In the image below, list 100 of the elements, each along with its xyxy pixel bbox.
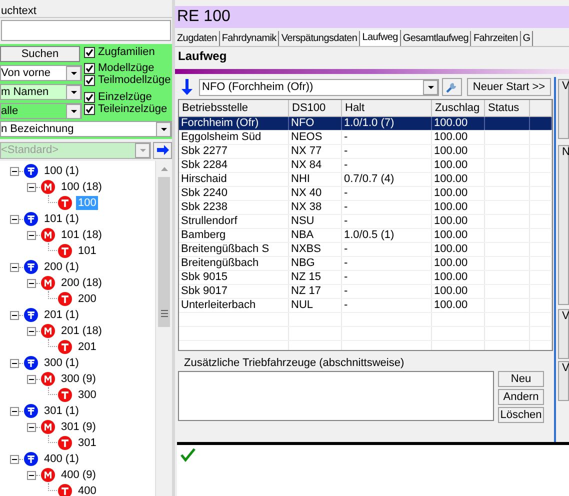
tree-item[interactable]: 200 (1)	[42, 260, 81, 274]
tab[interactable]: Laufweg	[360, 30, 401, 46]
expander[interactable]	[10, 310, 19, 320]
expander[interactable]	[10, 166, 19, 176]
search-button[interactable]: Suchen	[0, 46, 80, 62]
family-icon	[24, 164, 38, 178]
new-start-button[interactable]: Neuer Start >>	[467, 78, 551, 96]
expander[interactable]	[10, 262, 19, 272]
table-row[interactable]: Sbk 2238 NX 38 - 100.00	[179, 201, 552, 215]
tree-item[interactable]: 101 (18)	[59, 228, 104, 242]
table-row[interactable]: Sbk 9017 NZ 17 - 100.00	[179, 285, 552, 299]
grip-icon	[160, 310, 168, 317]
table-row[interactable]: Strullendorf NSU - 100.00	[179, 215, 552, 229]
expander[interactable]	[27, 326, 36, 336]
table-row[interactable]: Forchheim (Ofr) NFO 1.0/1.0 (7) 100.00	[179, 117, 552, 131]
tab[interactable]: Fahrzeiten	[471, 31, 521, 46]
column-header[interactable]: Status	[485, 100, 530, 116]
table-row[interactable]: Hirschaid NHI 0.7/0.7 (4) 100.00	[179, 173, 552, 187]
table-cell: NZ 15	[289, 271, 342, 284]
family-icon	[24, 212, 38, 226]
expander[interactable]	[10, 214, 19, 224]
tree-item[interactable]: 301 (9)	[59, 420, 98, 434]
sort-dropdown[interactable]: n Bezeichnung	[0, 121, 172, 137]
tree-item[interactable]: 100 (1)	[42, 164, 81, 178]
tree-item[interactable]: 101	[76, 244, 98, 258]
tree-item[interactable]: 101 (1)	[42, 212, 81, 226]
search-field[interactable]	[1, 20, 171, 41]
tree-item[interactable]: 400 (1)	[42, 452, 81, 466]
minus-icon	[12, 168, 17, 174]
family-icon	[24, 308, 38, 322]
action-button[interactable]: Andern	[498, 389, 544, 405]
tree-item[interactable]: 200	[76, 292, 98, 306]
minus-icon	[29, 184, 34, 190]
tree-item[interactable]: 400	[76, 484, 98, 496]
checkbox[interactable]	[84, 92, 95, 102]
tree-item[interactable]: 300 (1)	[42, 356, 81, 370]
action-button[interactable]: Löschen	[498, 407, 544, 423]
apply-button[interactable]	[153, 142, 172, 158]
tree-item[interactable]: 201	[76, 340, 98, 354]
train-icon	[58, 244, 72, 258]
checkbox[interactable]	[84, 62, 95, 74]
table-cell: NBG	[289, 257, 342, 270]
table-cell: Sbk 2238	[179, 201, 289, 214]
table-cell: 100.00	[432, 257, 485, 270]
station-combo[interactable]: NFO (Forchheim (Ofr))	[199, 78, 439, 96]
table-row[interactable]: Sbk 2277 NX 77 - 100.00	[179, 145, 552, 159]
table-row[interactable]: Sbk 9015 NZ 15 - 100.00	[179, 271, 552, 285]
tab[interactable]: Gesamtlaufweg	[400, 31, 472, 46]
table-cell: 100.00	[432, 117, 485, 130]
table-row[interactable]: Bamberg NBA 1.0/0.5 (1) 100.00	[179, 229, 552, 243]
dropdown[interactable]: m Namen	[0, 84, 82, 100]
table-row[interactable]: Eggolsheim Süd NEOS - 100.00	[179, 131, 552, 145]
scroll-thumb[interactable]	[158, 177, 170, 327]
checkbox[interactable]	[84, 104, 95, 114]
column-header[interactable]: Halt	[342, 100, 432, 116]
column-header[interactable]: Betriebsstelle	[179, 100, 289, 116]
dropdown[interactable]: alle	[0, 103, 82, 119]
model-icon	[41, 420, 55, 434]
table-cell: 100.00	[432, 201, 485, 214]
table-cell: -	[342, 159, 432, 172]
checkbox[interactable]	[84, 46, 95, 58]
tree-item[interactable]: 300	[76, 388, 98, 402]
table-row[interactable]: Unterleiterbach NUL - 100.00	[179, 299, 552, 313]
expander[interactable]	[27, 374, 36, 384]
tab[interactable]: Zugdaten	[175, 31, 220, 46]
table-row[interactable]: Sbk 2240 NX 40 - 100.00	[179, 187, 552, 201]
dropdown[interactable]: Von vorne	[0, 65, 82, 81]
action-button[interactable]: Neu	[498, 371, 544, 387]
tree-item[interactable]: 301	[76, 436, 98, 450]
checkbox[interactable]	[84, 74, 95, 86]
expander[interactable]	[27, 470, 36, 480]
table-row[interactable]: Breitengüßbach S NXBS - 100.00	[179, 243, 552, 257]
tree-item[interactable]: 400 (9)	[59, 468, 98, 482]
expander[interactable]	[10, 358, 19, 368]
model-icon	[41, 324, 55, 338]
expander[interactable]	[27, 182, 36, 192]
arrow-right-icon	[156, 144, 170, 156]
column-header[interactable]: Zuschlag	[432, 100, 485, 116]
tree-item[interactable]: 301 (1)	[42, 404, 81, 418]
engine-list[interactable]	[178, 371, 494, 421]
expander[interactable]	[27, 422, 36, 432]
expander[interactable]	[10, 454, 19, 464]
expander[interactable]	[27, 278, 36, 288]
table-row[interactable]: Breitengüßbach NBG - 100.00	[179, 257, 552, 271]
scrollbar[interactable]	[155, 161, 172, 496]
table-row[interactable]: Sbk 2284 NX 84 - 100.00	[179, 159, 552, 173]
train-icon	[58, 196, 72, 210]
column-header[interactable]: DS100	[289, 100, 342, 116]
table-cell: 100.00	[432, 271, 485, 284]
tree-item[interactable]: 200 (18)	[59, 276, 104, 290]
tool-button[interactable]	[442, 78, 462, 96]
table-cell: NHI	[289, 173, 342, 186]
expander[interactable]	[27, 230, 36, 240]
tab[interactable]: G	[520, 31, 534, 46]
tree-item[interactable]: 100 (18)	[59, 180, 104, 194]
tree-item[interactable]: 201 (1)	[42, 308, 81, 322]
expander[interactable]	[10, 406, 19, 416]
tab[interactable]: Fahrdynamik	[220, 31, 280, 46]
tree-item[interactable]: 201 (18)	[59, 324, 104, 338]
tree-item[interactable]: 300 (9)	[59, 372, 98, 386]
